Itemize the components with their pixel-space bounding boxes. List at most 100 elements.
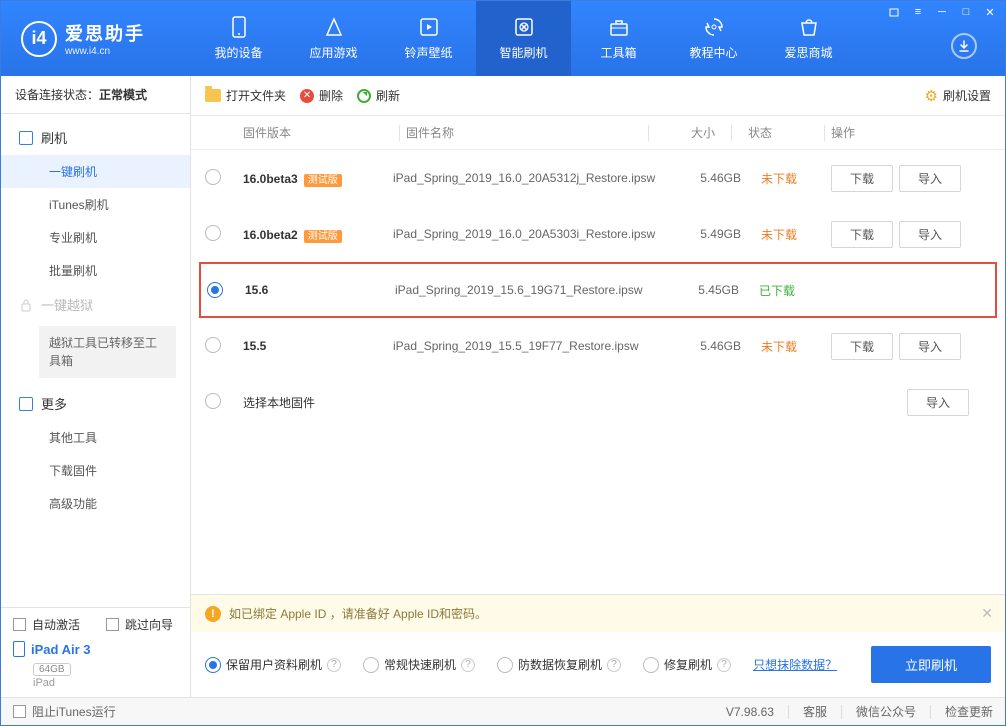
col-name: 固件名称 [406,124,642,141]
firmware-size: 5.46GB [681,339,751,353]
lock-icon [19,298,33,312]
flash-option-3[interactable]: 修复刷机? [643,656,731,673]
nav-tab-4[interactable]: 工具箱 [571,1,666,76]
sidebar-flash-sub-0[interactable]: 一键刷机 [1,155,190,188]
nav-tab-5[interactable]: 教程中心 [666,1,761,76]
firmware-radio[interactable] [207,282,223,298]
nav-icon-3 [513,16,535,38]
nav-icon-1 [323,16,345,38]
firmware-version: 15.5 [243,339,393,353]
import-button[interactable]: 导入 [899,333,961,360]
nav-tab-1[interactable]: 应用游戏 [286,1,381,76]
support-button[interactable]: 客服 [803,703,827,720]
download-button[interactable]: 下载 [831,165,893,192]
bottom-panel: ! 如已绑定 Apple ID ，请准备好 Apple ID和密码。 ✕ 保留用… [191,594,1005,697]
help-icon[interactable]: ? [717,658,731,672]
nav-tabs: 我的设备应用游戏铃声壁纸智能刷机工具箱教程中心爱思商城 [191,1,856,76]
sidebar-more-sub-2[interactable]: 高级功能 [1,487,190,520]
device-type: iPad [33,677,178,689]
flash-option-1[interactable]: 常规快速刷机? [363,656,475,673]
help-icon[interactable]: ? [461,658,475,672]
auto-activate-checkbox[interactable] [13,618,26,631]
close-button[interactable]: ✕ [979,3,1001,21]
refresh-button[interactable]: 刷新 [357,87,400,104]
import-button[interactable]: 导入 [899,221,961,248]
nav-tab-0[interactable]: 我的设备 [191,1,286,76]
app-header: i4 爱思助手 www.i4.cn 我的设备应用游戏铃声壁纸智能刷机工具箱教程中… [1,1,1005,76]
logo-icon: i4 [21,21,57,57]
nav-tab-6[interactable]: 爱思商城 [761,1,856,76]
help-icon[interactable]: ? [607,658,621,672]
skin-button[interactable] [883,3,905,21]
sidebar-flash-sub-3[interactable]: 批量刷机 [1,254,190,287]
flash-now-button[interactable]: 立即刷机 [871,646,991,683]
sidebar-flash-sub-1[interactable]: iTunes刷机 [1,188,190,221]
brand-site: www.i4.cn [65,46,145,57]
warning-icon: ! [205,606,221,622]
firmware-row[interactable]: 16.0beta3测试版 iPad_Spring_2019_16.0_20A53… [191,150,1005,206]
brand-name: 爱思助手 [65,20,145,46]
sidebar-more-sub-0[interactable]: 其他工具 [1,421,190,454]
import-button[interactable]: 导入 [899,165,961,192]
firmware-name: iPad_Spring_2019_15.6_19G71_Restore.ipsw [395,283,679,297]
firmware-status: 已下载 [749,282,829,299]
menu-button[interactable]: ≡ [907,3,929,21]
option-radio[interactable] [363,657,379,673]
firmware-status: 未下载 [751,226,831,243]
warning-bar: ! 如已绑定 Apple ID ，请准备好 Apple ID和密码。 ✕ [191,595,1005,632]
nav-icon-0 [228,16,250,38]
download-indicator[interactable] [951,33,977,59]
sidebar-flash-sub-2[interactable]: 专业刷机 [1,221,190,254]
skip-guide-checkbox[interactable] [106,618,119,631]
sidebar-group-flash[interactable]: 刷机 [1,120,190,155]
sidebar-group-more[interactable]: 更多 [1,386,190,421]
firmware-row[interactable]: 15.6 iPad_Spring_2019_15.6_19G71_Restore… [199,262,997,318]
col-ops: 操作 [831,124,991,141]
check-update-button[interactable]: 检查更新 [945,703,993,720]
table-header: 固件版本 固件名称 大小 状态 操作 [191,116,1005,150]
option-radio[interactable] [497,657,513,673]
beta-badge: 测试版 [304,230,342,243]
firmware-name: iPad_Spring_2019_16.0_20A5312j_Restore.i… [393,171,681,185]
erase-data-link[interactable]: 只想抹除数据？ [753,656,837,673]
firmware-version: 15.6 [245,283,395,297]
firmware-row[interactable]: 15.5 iPad_Spring_2019_15.5_19F77_Restore… [191,318,1005,374]
firmware-radio[interactable] [205,225,221,241]
nav-icon-5 [703,16,725,38]
firmware-size: 5.45GB [679,283,749,297]
warning-close-button[interactable]: ✕ [981,605,993,622]
firmware-radio[interactable] [205,337,221,353]
import-button[interactable]: 导入 [907,389,969,416]
toolbar: 打开文件夹 ✕ 删除 刷新 ⚙ 刷机设置 [191,76,1005,116]
maximize-button[interactable]: □ [955,3,977,21]
block-itunes-checkbox[interactable] [13,705,26,718]
download-button[interactable]: 下载 [831,221,893,248]
help-icon[interactable]: ? [327,658,341,672]
sidebar-more-sub-1[interactable]: 下载固件 [1,454,190,487]
firmware-size: 5.49GB [681,227,751,241]
firmware-radio[interactable] [205,393,221,409]
firmware-radio[interactable] [205,169,221,185]
flash-settings-button[interactable]: ⚙ 刷机设置 [925,87,991,105]
beta-badge: 测试版 [304,174,342,187]
delete-button[interactable]: ✕ 删除 [300,87,343,104]
option-radio[interactable] [205,657,221,673]
option-radio[interactable] [643,657,659,673]
flash-options: 保留用户资料刷机? 常规快速刷机? 防数据恢复刷机? 修复刷机? 只想抹除数据？ 立即刷机 [191,632,1005,697]
flash-option-2[interactable]: 防数据恢复刷机? [497,656,621,673]
wechat-button[interactable]: 微信公众号 [856,703,916,720]
nav-tab-3[interactable]: 智能刷机 [476,1,571,76]
device-name[interactable]: iPad Air 3 [13,641,178,657]
local-firmware-row[interactable]: 选择本地固件 导入 [191,374,1005,430]
sidebar: 设备连接状态：正常模式 刷机 一键刷机iTunes刷机专业刷机批量刷机 一键越狱… [1,76,191,697]
download-button[interactable]: 下载 [831,333,893,360]
warning-text: 如已绑定 Apple ID ，请准备好 Apple ID和密码。 [229,605,487,622]
sidebar-bottom: 自动激活 跳过向导 iPad Air 3 64GB iPad [1,607,190,697]
firmware-version: 16.0beta3测试版 [243,171,393,186]
minimize-button[interactable]: ─ [931,3,953,21]
refresh-icon [357,89,371,103]
nav-tab-2[interactable]: 铃声壁纸 [381,1,476,76]
open-folder-button[interactable]: 打开文件夹 [205,87,286,104]
firmware-row[interactable]: 16.0beta2测试版 iPad_Spring_2019_16.0_20A53… [191,206,1005,262]
flash-option-0[interactable]: 保留用户资料刷机? [205,656,341,673]
